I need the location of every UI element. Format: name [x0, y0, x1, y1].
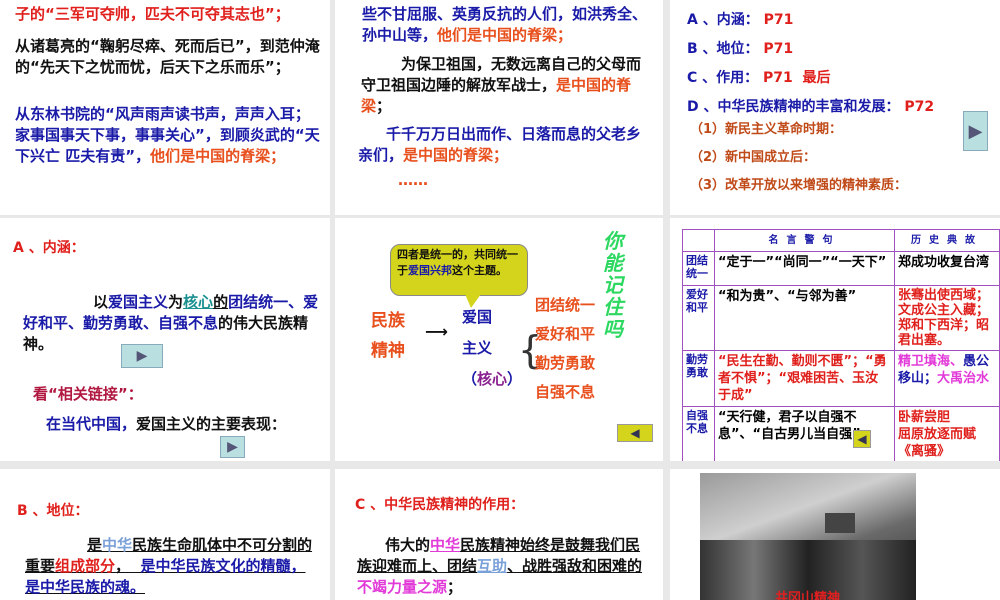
slide-6[interactable]: 名言警句 历史典故 团结统一 “定于一”“尚同一”“一天下” 郑成功收复台湾 爱好和平…	[670, 218, 1000, 461]
play-icon: ▶	[968, 120, 983, 142]
related-link[interactable]: 看“相关链接”：	[33, 384, 143, 405]
table-row: 勤劳勇敢 “民生在勤、勤则不匮”；“勇者不惧”；“艰难困苦、玉汝于成” 精卫填海、愚…	[682, 350, 1000, 407]
slide-4[interactable]: A 、内涵： 以爱国主义为核心的团结统一、爱好和平、勤劳勇敢、自强不息的伟大民族…	[0, 218, 330, 461]
table-row: 团结统一 “定于一”“尚同一”“一天下” 郑成功收复台湾	[682, 251, 1000, 286]
function-text: 伟大的中华民族精神始终是鼓舞我们民族迎难而上、团结互助、战胜强敌和困难的不竭力量…	[357, 536, 643, 596]
table-header: 名言警句 历史典故	[682, 229, 1000, 252]
next-button[interactable]: ▶	[963, 111, 988, 151]
spirit-list: 团结统一 爱好和平 勤劳勇敢 自强不息	[535, 296, 596, 401]
text: 他们是中国的脊梁；	[150, 147, 286, 165]
slide-7[interactable]: B 、地位： 是中华民族生命肌体中不可分割的重要组成部分， 是中华民族文化的精髓…	[0, 469, 330, 600]
concept-core: 爱国 主义 （核心）	[462, 308, 523, 388]
table-row: 自强不息 “天行健，君子以自强不息”、“自古男儿当自强” 卧薪尝胆 屈原放逐而赋《离骚…	[682, 406, 1000, 461]
back-button[interactable]: ◀	[853, 430, 871, 448]
sub-list: （1）新民主义革命时期： （2）新中国成立后： （3）改革开放以来增强的精神素质…	[690, 116, 907, 200]
text: 是中国的脊梁；	[403, 146, 509, 164]
text: 他们是中国的脊梁；	[437, 26, 573, 44]
header-cell: 名言警句	[714, 229, 895, 252]
table-row: 爱好和平 “和为贵”、“与邻为善” 张骞出使西域；文成公主入藏；郑和下西洋；昭君出塞…	[682, 285, 1000, 351]
section-title: A 、内涵：	[13, 240, 85, 256]
flag-icon	[825, 513, 855, 533]
text-paragraph: 从诸葛亮的“鞠躬尽瘁、死而后已”，到范仲淹的“先天下之忧而忧，后天下之乐而乐”；	[15, 37, 320, 76]
slide-3[interactable]: A 、内涵： P71 B 、地位： P71 C 、作用： P71 最后 D 、中…	[670, 0, 1000, 215]
sub-item: （1）新民主义革命时期：	[690, 122, 843, 137]
wordart-title: 你能记住吗	[603, 229, 623, 341]
back-icon: ◀	[857, 432, 867, 446]
slide-5[interactable]: 四者是统一的，共同统一于爱国兴邦这个主题。 民族 精神 ⟶ 爱国 主义 （核心） { …	[335, 218, 663, 461]
proverbs-table: 名言警句 历史典故 团结统一 “定于一”“尚同一”“一天下” 郑成功收复台湾 爱好和平…	[682, 229, 1000, 461]
section-title: C 、中华民族精神的作用：	[355, 497, 525, 513]
sub-item: （2）新中国成立后：	[690, 150, 817, 165]
next-button[interactable]: ▶	[220, 436, 245, 458]
play-icon: ▶	[136, 348, 148, 364]
slide-2[interactable]: 些不甘屈服、英勇反抗的人们，如洪秀全、孙中山等，他们是中国的脊梁； 为保卫祖国，…	[335, 0, 663, 215]
text: ；	[376, 97, 392, 115]
slide-8[interactable]: C 、中华民族精神的作用： 伟大的中华民族精神始终是鼓舞我们民族迎难而上、团结互…	[335, 469, 663, 600]
slide-1[interactable]: 子的“三军可夺帅，匹夫不可夺其志也”； 从诸葛亮的“鞠躬尽瘁、死而后已”，到范仲…	[0, 0, 330, 215]
callout-bubble: 四者是统一的，共同统一于爱国兴邦这个主题。	[390, 244, 528, 296]
section-title: B 、地位：	[17, 503, 89, 519]
text-paragraph: 为保卫祖国，无数远离自己的父母而守卫祖国边陲的解放军战士，是中国的脊梁；	[361, 54, 651, 117]
outline-item: C 、作用： P71 最后	[687, 70, 831, 86]
text-paragraph: 千千万万日出而作、日落而息的父老乡亲们，是中国的脊梁；	[358, 124, 648, 166]
play-icon: ▶	[227, 439, 238, 455]
text-paragraph: 从东林书院的“风声雨声读书声，声声入耳；家事国事天下事，事事关心”，到顾炎武的“…	[15, 104, 323, 167]
definition-text: 以爱国主义为核心的团结统一、爱好和平、勤劳勇敢、自强不息的伟大民族精神。	[23, 293, 319, 353]
question-text: 在当代中国，爱国主义的主要表现：	[46, 415, 287, 433]
outline-item: B 、地位： P71	[687, 41, 794, 57]
concept-left: 民族 精神	[371, 311, 405, 361]
header-cell: 历史典故	[894, 229, 1000, 252]
status-text: 是中华民族生命肌体中不可分割的重要组成部分， 是中华民族文化的精髓，是中华民族的…	[25, 536, 313, 596]
sub-item: （3）改革开放以来增强的精神素质：	[690, 178, 908, 193]
outline-list: A 、内涵： P71 B 、地位： P71 C 、作用： P71 最后 D 、中…	[687, 6, 934, 122]
outline-item: A 、内涵： P71	[687, 12, 794, 28]
ellipsis: ……	[398, 171, 428, 189]
slide-9[interactable]: 井冈山精神	[670, 469, 1000, 600]
next-button[interactable]: ▶	[121, 344, 163, 368]
back-icon: ◀	[630, 426, 640, 440]
painting-caption: 井冈山精神	[775, 591, 841, 600]
back-button[interactable]: ◀	[617, 424, 653, 442]
historical-painting: 井冈山精神	[700, 473, 916, 600]
text-paragraph: 些不甘屈服、英勇反抗的人们，如洪秀全、孙中山等，他们是中国的脊梁；	[362, 4, 652, 46]
text-line: 子的“三军可夺帅，匹夫不可夺其志也”；	[15, 5, 290, 23]
arrow-icon: ⟶	[425, 322, 448, 341]
